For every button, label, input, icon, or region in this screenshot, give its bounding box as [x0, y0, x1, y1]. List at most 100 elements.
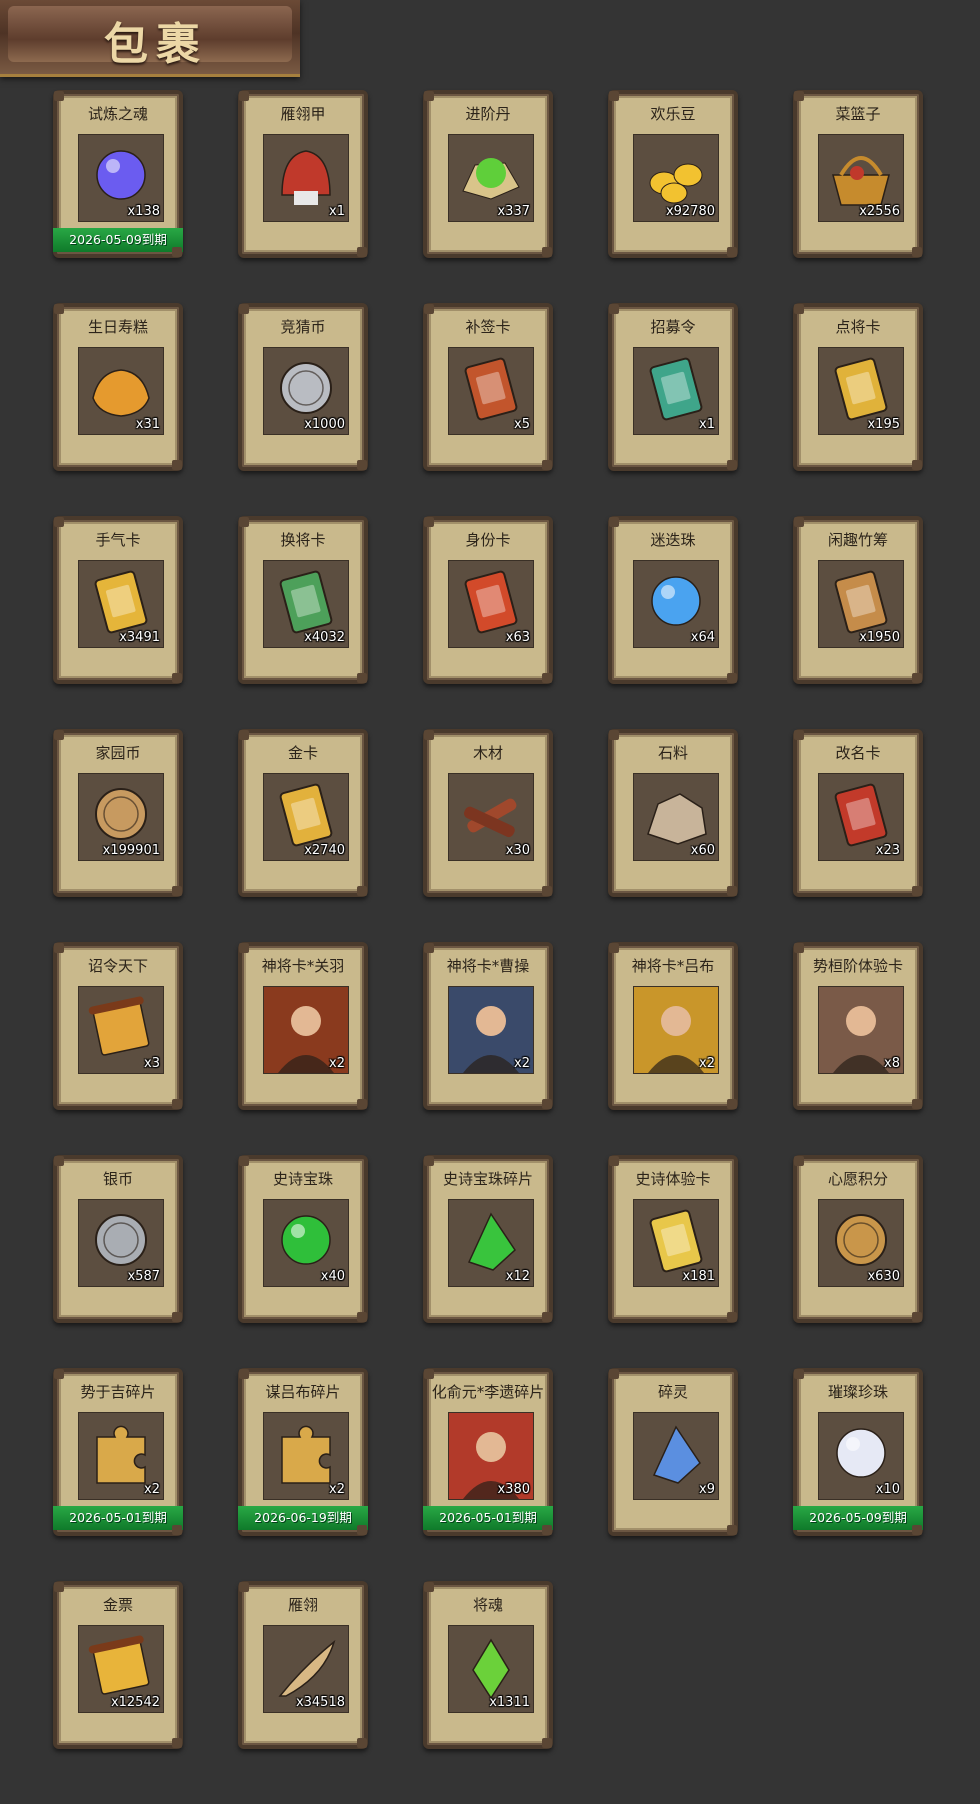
item-name: 将魂: [472, 1596, 503, 1614]
item-count: x3491: [119, 630, 160, 645]
item-name: 璀璨珍珠: [827, 1383, 888, 1401]
item-name: 谋吕布碎片: [265, 1383, 341, 1401]
item-card[interactable]: 史诗体验卡 x181: [608, 1155, 738, 1323]
item-card[interactable]: 神将卡*关羽 x2: [238, 942, 368, 1110]
bamboo-token-icon: x1950: [818, 560, 904, 648]
blue-crystal-icon: x9: [633, 1412, 719, 1500]
page-title: 包裹: [104, 19, 208, 70]
item-count: x40: [320, 1269, 345, 1284]
item-name: 神将卡*曹操: [446, 957, 530, 975]
general-card-icon: x195: [818, 347, 904, 435]
item-card[interactable]: 家园币 x199901: [53, 729, 183, 897]
item-card[interactable]: 进阶丹 x337: [423, 90, 553, 258]
item-name: 诏令天下: [87, 957, 148, 975]
item-name: 木材: [472, 744, 503, 762]
item-card[interactable]: 雁翎甲 x1: [238, 90, 368, 258]
item-name: 进阶丹: [465, 105, 511, 123]
gold-card-icon: x2740: [263, 773, 349, 861]
gold-ticket-icon: x181: [633, 1199, 719, 1287]
item-count: x1: [329, 204, 345, 219]
item-name: 雁翎甲: [280, 105, 326, 123]
item-card[interactable]: 势桓阶体验卡 x8: [793, 942, 923, 1110]
item-name: 欢乐豆: [650, 105, 696, 123]
item-card[interactable]: 补签卡 x5: [423, 303, 553, 471]
item-card[interactable]: 势于吉碎片 x2 2026-05-01到期: [53, 1368, 183, 1536]
item-card[interactable]: 谋吕布碎片 x2 2026-06-19到期: [238, 1368, 368, 1536]
item-card[interactable]: 诏令天下 x3: [53, 942, 183, 1110]
item-count: x12: [505, 1269, 530, 1284]
expiry-badge: 2026-05-01到期: [423, 1506, 553, 1530]
item-card[interactable]: 迷迭珠 x64: [608, 516, 738, 684]
item-card[interactable]: 化俞元*李遗碎片 x380 2026-05-01到期: [423, 1368, 553, 1536]
title-banner: 包裹: [0, 0, 300, 77]
item-card[interactable]: 改名卡 x23: [793, 729, 923, 897]
item-name: 史诗体验卡: [635, 1170, 711, 1188]
item-card[interactable]: 史诗宝珠碎片 x12: [423, 1155, 553, 1323]
item-name: 换将卡: [280, 531, 326, 549]
item-count: x60: [690, 843, 715, 858]
expiry-badge: 2026-05-09到期: [53, 228, 183, 252]
item-card[interactable]: 试炼之魂 x138 2026-05-09到期: [53, 90, 183, 258]
expiry-badge: 2026-05-01到期: [53, 1506, 183, 1530]
item-count: x2: [699, 1056, 715, 1071]
green-pill-icon: x337: [448, 134, 534, 222]
item-card[interactable]: 雁翎 x34518: [238, 1581, 368, 1749]
item-name: 手气卡: [95, 531, 141, 549]
heart-coin-icon: x630: [818, 1199, 904, 1287]
item-card[interactable]: 闲趣竹筹 x1950: [793, 516, 923, 684]
item-name: 化俞元*李遗碎片: [431, 1383, 545, 1401]
item-card[interactable]: 璀璨珍珠 x10 2026-05-09到期: [793, 1368, 923, 1536]
recruit-token-icon: x1: [633, 347, 719, 435]
item-card[interactable]: 手气卡 x3491: [53, 516, 183, 684]
item-count: x10: [875, 1482, 900, 1497]
item-name: 势于吉碎片: [80, 1383, 156, 1401]
puzzle-piece-icon: x2: [78, 1412, 164, 1500]
sign-card-icon: x5: [448, 347, 534, 435]
item-count: x2556: [859, 204, 900, 219]
item-card[interactable]: 木材 x30: [423, 729, 553, 897]
swap-card-icon: x4032: [263, 560, 349, 648]
item-name: 改名卡: [835, 744, 881, 762]
item-name: 银币: [102, 1170, 133, 1188]
item-card[interactable]: 心愿积分 x630: [793, 1155, 923, 1323]
item-name: 迷迭珠: [650, 531, 696, 549]
gold-scroll-icon: x12542: [78, 1625, 164, 1713]
item-count: x8: [884, 1056, 900, 1071]
cake-icon: x31: [78, 347, 164, 435]
rename-tag-icon: x23: [818, 773, 904, 861]
item-card[interactable]: 点将卡 x195: [793, 303, 923, 471]
item-card[interactable]: 神将卡*吕布 x2: [608, 942, 738, 1110]
item-name: 家园币: [95, 744, 141, 762]
item-count: x31: [135, 417, 160, 432]
item-count: x181: [682, 1269, 715, 1284]
item-card[interactable]: 身份卡 x63: [423, 516, 553, 684]
item-card[interactable]: 菜篮子 x2556: [793, 90, 923, 258]
stone-icon: x60: [633, 773, 719, 861]
item-card[interactable]: 金票 x12542: [53, 1581, 183, 1749]
item-card[interactable]: 换将卡 x4032: [238, 516, 368, 684]
item-card[interactable]: 石料 x60: [608, 729, 738, 897]
item-name: 招募令: [650, 318, 696, 336]
item-card[interactable]: 招募令 x1: [608, 303, 738, 471]
item-count: x9: [699, 1482, 715, 1497]
item-card[interactable]: 史诗宝珠 x40: [238, 1155, 368, 1323]
item-count: x1950: [859, 630, 900, 645]
item-card[interactable]: 神将卡*曹操 x2: [423, 942, 553, 1110]
item-count: x3: [144, 1056, 160, 1071]
item-name: 碎灵: [657, 1383, 688, 1401]
item-card[interactable]: 银币 x587: [53, 1155, 183, 1323]
item-name: 雁翎: [287, 1596, 318, 1614]
item-card[interactable]: 竞猜币 x1000: [238, 303, 368, 471]
item-name: 史诗宝珠: [272, 1170, 333, 1188]
item-card[interactable]: 将魂 x1311: [423, 1581, 553, 1749]
item-card[interactable]: 金卡 x2740: [238, 729, 368, 897]
item-count: x30: [505, 843, 530, 858]
item-count: x1311: [489, 1695, 530, 1710]
item-count: x63: [505, 630, 530, 645]
item-card[interactable]: 碎灵 x9: [608, 1368, 738, 1536]
item-card[interactable]: 生日寿糕 x31: [53, 303, 183, 471]
item-name: 史诗宝珠碎片: [442, 1170, 533, 1188]
item-card[interactable]: 欢乐豆 x92780: [608, 90, 738, 258]
item-count: x630: [867, 1269, 900, 1284]
item-name: 身份卡: [465, 531, 511, 549]
